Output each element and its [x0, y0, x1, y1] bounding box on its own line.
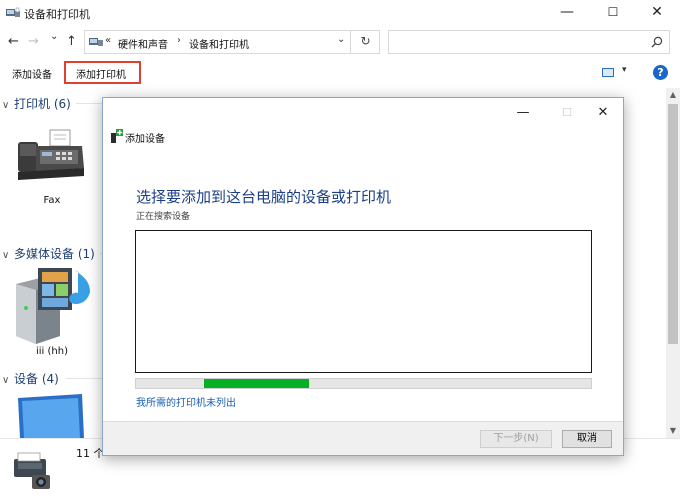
address-dropdown-chevron-icon[interactable]: ⌄ [337, 34, 345, 45]
progress-fill [204, 379, 309, 388]
printer-not-listed-link[interactable]: 我所需的打印机未列出 [136, 394, 236, 409]
add-device-button[interactable]: 添加设备 [12, 66, 52, 81]
scroll-thumb[interactable] [668, 104, 678, 344]
scroll-up-arrow-icon[interactable]: ▲ [666, 88, 680, 102]
dialog-footer: 下一步(N) 取消 [103, 421, 623, 455]
maximize-button[interactable]: ☐ [590, 0, 636, 26]
breadcrumb-hardware-sound[interactable]: 硬件和声音 [118, 36, 168, 51]
item-count: 11 个 [76, 447, 105, 460]
group-divider [66, 378, 102, 379]
fax-icon[interactable] [14, 128, 88, 184]
device-label-fax[interactable]: Fax [30, 195, 74, 206]
window-titlebar: 设备和打印机 — ☐ ✕ [0, 0, 680, 26]
breadcrumb-separator-icon[interactable]: › [177, 35, 181, 46]
dialog-minimize-button[interactable]: — [508, 102, 538, 126]
search-icon [651, 36, 663, 48]
address-bar[interactable]: « 硬件和声音 › 设备和打印机 ⌄ [84, 30, 380, 54]
up-arrow-icon[interactable]: ↑ [66, 34, 77, 49]
window-title: 设备和打印机 [24, 8, 90, 21]
group-divider [76, 103, 102, 104]
group-header-multimedia[interactable]: ∨ 多媒体设备 (1) [2, 245, 95, 262]
add-printer-highlight [64, 61, 141, 84]
dialog-heading: 选择要添加到这台电脑的设备或打印机 [136, 188, 392, 206]
devices-printers-icon [6, 7, 20, 17]
minimize-button[interactable]: — [544, 0, 590, 26]
collapse-chevron-icon[interactable]: ∨ [2, 375, 14, 386]
collapse-chevron-icon[interactable]: ∨ [2, 100, 14, 111]
recent-locations-chevron-icon[interactable]: ⌄ [50, 31, 58, 42]
view-dropdown-chevron-icon[interactable]: ▾ [622, 65, 627, 75]
search-progress-bar [135, 378, 592, 389]
dialog-close-button[interactable]: ✕ [588, 102, 618, 126]
content-scrollbar[interactable]: ▲ ▼ [666, 88, 680, 438]
group-header-devices[interactable]: ∨ 设备 (4) [2, 370, 59, 387]
overflow-chevron-icon[interactable]: « [105, 35, 111, 46]
monitor-icon[interactable] [16, 394, 86, 438]
device-list[interactable] [135, 230, 592, 373]
collapse-chevron-icon[interactable]: ∨ [2, 250, 14, 261]
dialog-title: 添加设备 [125, 134, 165, 145]
group-title: 设备 (4) [14, 372, 59, 386]
cancel-button[interactable]: 取消 [562, 430, 612, 448]
refresh-button[interactable]: ↻ [350, 30, 380, 54]
devices-printers-icon [89, 38, 103, 46]
group-title: 多媒体设备 (1) [14, 247, 95, 261]
scroll-down-arrow-icon[interactable]: ▼ [666, 424, 680, 438]
back-arrow-icon[interactable]: ← [8, 34, 19, 49]
group-title: 打印机 (6) [14, 97, 71, 111]
forward-arrow-icon[interactable]: → [28, 34, 39, 49]
printer-camera-icon [14, 452, 50, 489]
close-button[interactable]: ✕ [634, 0, 680, 26]
change-view-icon[interactable] [602, 68, 614, 77]
help-icon[interactable]: ? [653, 65, 668, 80]
dialog-maximize-button[interactable]: ☐ [552, 102, 582, 126]
search-input[interactable] [388, 30, 670, 54]
media-device-icon[interactable] [12, 266, 94, 344]
add-device-dialog: — ☐ ✕ 添加设备 选择要添加到这台电脑的设备或打印机 正在搜索设备 我所需的… [102, 97, 624, 456]
group-header-printers[interactable]: ∨ 打印机 (6) [2, 95, 71, 112]
breadcrumb-devices-printers[interactable]: 设备和打印机 [189, 36, 249, 51]
search-status-text: 正在搜索设备 [136, 212, 191, 222]
next-button[interactable]: 下一步(N) [480, 430, 552, 448]
address-row: ← → ⌄ ↑ « 硬件和声音 › 设备和打印机 ⌄ ↻ [0, 28, 680, 56]
device-label-iii[interactable]: iii (hh) [22, 346, 82, 357]
add-device-icon [111, 129, 123, 143]
